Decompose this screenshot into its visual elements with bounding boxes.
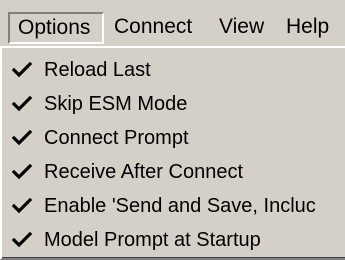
menu-help[interactable]: Help xyxy=(278,12,337,44)
checkmark-icon xyxy=(12,129,32,146)
menu-item-enable-send-and-save[interactable]: Enable 'Send and Save, Incluc xyxy=(2,190,345,222)
checkmark-icon xyxy=(12,163,32,180)
menu-view[interactable]: View xyxy=(211,12,272,44)
menu-connect[interactable]: Connect xyxy=(106,12,200,44)
checkmark-icon xyxy=(12,61,32,78)
menu-item-label: Enable 'Send and Save, Incluc xyxy=(44,195,316,217)
checkmark-icon xyxy=(12,197,32,214)
menu-item-reload-last[interactable]: Reload Last xyxy=(2,54,345,86)
menu-item-model-prompt-at-startup[interactable]: Model Prompt at Startup xyxy=(2,224,345,256)
menu-item-connect-prompt[interactable]: Connect Prompt xyxy=(2,122,345,154)
checkmark-icon xyxy=(12,95,32,112)
application-window: Options Connect View Help Reload Last Sk… xyxy=(0,0,345,260)
checkmark-icon xyxy=(12,231,32,248)
menu-bar: Options Connect View Help xyxy=(0,0,345,47)
menu-item-skip-esm-mode[interactable]: Skip ESM Mode xyxy=(2,88,345,120)
menu-item-label: Reload Last xyxy=(44,59,151,81)
options-dropdown-menu: Reload Last Skip ESM Mode Connect Prompt… xyxy=(0,47,345,260)
menu-item-receive-after-connect[interactable]: Receive After Connect xyxy=(2,156,345,188)
menu-item-label: Model Prompt at Startup xyxy=(44,229,261,251)
menu-options[interactable]: Options xyxy=(8,12,104,44)
menu-item-label: Receive After Connect xyxy=(44,161,243,183)
menu-item-label: Skip ESM Mode xyxy=(44,93,188,115)
menu-item-label: Connect Prompt xyxy=(44,127,189,149)
